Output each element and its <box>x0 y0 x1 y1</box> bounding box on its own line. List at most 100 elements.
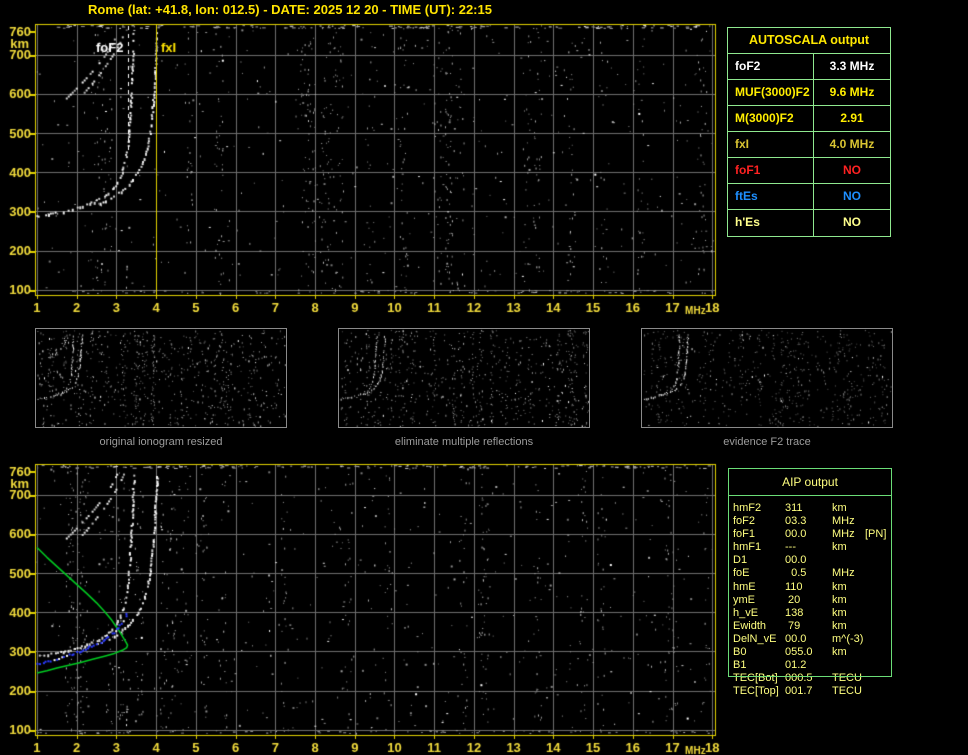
row-label: TEC[Top] <box>733 685 779 698</box>
autoscala-table: AUTOSCALA output foF2 3.3 MHz MUF(3000)F2 9… <box>727 27 891 237</box>
thumbnail-caption: eliminate multiple reflections <box>394 436 534 448</box>
row-label: foF1 <box>733 528 756 541</box>
table-row: B1 01.2 <box>733 659 963 672</box>
thumbnail-caption: original ionogram resized <box>99 436 223 448</box>
row-unit: km <box>832 619 847 632</box>
table-row: foF2 03.3 MHz <box>733 515 963 528</box>
row-value: NO <box>843 215 861 229</box>
row-label: fxI <box>728 132 814 157</box>
top-ionogram-canvas <box>0 18 735 318</box>
aip-table-body: hmF2 311 km foF2 03.3 MHz foF1 00.0 MHz [PN] hmF1 -… <box>733 502 963 698</box>
row-unit: km <box>832 593 847 606</box>
thumbnail-row: original ionogram resized eliminate mult… <box>35 328 893 448</box>
row-label: M(3000)F2 <box>728 106 814 131</box>
table-row: B0 055.0 km <box>733 646 963 659</box>
row-unit <box>832 554 863 567</box>
table-row: hmE 110 km <box>733 581 963 594</box>
table-row: ymE 20 km <box>733 594 963 607</box>
table-row: fxI 4.0 MHz <box>728 132 890 158</box>
table-row: Ewidth 79 km <box>733 620 963 633</box>
thumbnail-original: original ionogram resized <box>35 328 287 448</box>
row-label: ftEs <box>728 184 814 209</box>
row-label: B1 <box>733 659 747 672</box>
table-row: TEC[Bot] 000.5 TECU <box>733 672 963 685</box>
row-label: foF2 <box>728 54 814 79</box>
row-label: h_vE <box>733 606 759 619</box>
row-label: foE <box>733 567 750 580</box>
row-value: --- <box>785 541 796 554</box>
row-label: MUF(3000)F2 <box>728 80 814 105</box>
autoscala-table-body: foF2 3.3 MHz MUF(3000)F2 9.6 MHz M(3000)F2 2.… <box>728 54 890 236</box>
row-unit: km <box>832 580 847 593</box>
table-row: h_vE 138 km <box>733 607 963 620</box>
table-row: foE 0.5 MHz <box>733 567 963 580</box>
thumbnail-eliminate-reflections: eliminate multiple reflections <box>338 328 590 448</box>
row-label: Ewidth <box>733 619 767 632</box>
row-unit: km <box>832 606 847 619</box>
row-value: 311 <box>785 502 803 514</box>
row-value: 03.3 <box>785 515 807 528</box>
table-row: ftEs NO <box>728 184 890 210</box>
table-row: DelN_vE 00.0 m^(-3) <box>733 633 963 646</box>
row-value: 4.0 MHz <box>829 137 875 151</box>
row-value: 3.3 MHz <box>829 59 875 73</box>
row-value: 0.5 <box>785 567 807 580</box>
row-value: 00.0 <box>785 528 807 541</box>
bottom-ionogram-canvas <box>0 458 735 755</box>
row-label: hmF1 <box>733 541 762 554</box>
row-value: 20 <box>785 593 801 606</box>
table-row: foF1 00.0 MHz [PN] <box>733 528 963 541</box>
table-row: h'Es NO <box>728 210 890 236</box>
row-extra: [PN] <box>865 528 887 541</box>
row-label: foF2 <box>733 515 756 528</box>
row-value: 2.91 <box>840 111 864 125</box>
row-unit: TECU <box>832 685 862 698</box>
row-unit: MHz <box>832 567 855 580</box>
thumbnail-evidence-f2: evidence F2 trace <box>641 328 893 448</box>
row-label: hmF2 <box>733 502 762 514</box>
row-unit: MHz <box>832 528 855 541</box>
aip-table-header: AIP output <box>729 469 891 496</box>
table-row: hmF2 311 km <box>733 502 963 515</box>
row-value: NO <box>843 163 861 177</box>
row-unit: TECU <box>832 672 862 685</box>
table-row: TEC[Top] 001.7 TECU <box>733 685 963 698</box>
row-unit: MHz <box>832 515 855 528</box>
thumbnail-original-canvas <box>36 329 286 427</box>
row-label: D1 <box>733 554 748 567</box>
thumbnail-evidence-f2-canvas <box>642 329 892 427</box>
row-unit: km <box>832 502 847 514</box>
table-row: foF2 3.3 MHz <box>728 54 890 80</box>
row-unit: km <box>832 541 847 554</box>
row-label: h'Es <box>728 210 814 236</box>
page-title: Rome (lat: +41.8, lon: 012.5) - DATE: 20… <box>88 2 492 17</box>
row-label: DelN_vE <box>733 632 777 645</box>
table-row: foF1 NO <box>728 158 890 184</box>
table-row: MUF(3000)F2 9.6 MHz <box>728 80 890 106</box>
row-value: 055.0 <box>785 646 813 659</box>
row-unit: m^(-3) <box>832 632 864 645</box>
autoscala-table-header: AUTOSCALA output <box>728 28 890 54</box>
row-unit: km <box>832 646 847 659</box>
row-value: 9.6 MHz <box>829 85 875 99</box>
row-value: 000.5 <box>785 672 813 685</box>
table-row: M(3000)F2 2.91 <box>728 106 890 132</box>
row-label: B0 <box>733 646 747 659</box>
row-label: TEC[Bot] <box>733 672 778 685</box>
thumbnail-caption: evidence F2 trace <box>723 436 811 448</box>
row-value: 01.2 <box>785 659 807 672</box>
table-row: D1 00.0 <box>733 554 963 567</box>
row-value: 00.0 <box>785 554 807 567</box>
row-value: 00.0 <box>785 632 807 645</box>
row-value: 138 <box>785 606 804 619</box>
thumbnail-eliminate-reflections-canvas <box>339 329 589 427</box>
row-value: 001.7 <box>785 685 813 698</box>
row-value: 110 <box>785 580 803 593</box>
row-unit <box>832 659 863 672</box>
row-label: foF1 <box>728 158 814 183</box>
row-value: NO <box>843 189 861 203</box>
table-row: hmF1 --- km <box>733 541 963 554</box>
row-value: 79 <box>785 619 801 632</box>
row-label: ymE <box>733 593 755 606</box>
row-label: hmE <box>733 580 756 593</box>
